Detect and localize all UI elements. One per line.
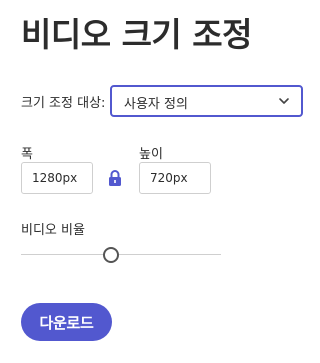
resize-target-select[interactable]: 사용자 정의	[110, 85, 303, 117]
resize-target-label: 크기 조정 대상:	[21, 96, 106, 111]
video-ratio-slider[interactable]	[21, 247, 221, 263]
width-input[interactable]: 1280px	[21, 162, 93, 194]
height-input[interactable]: 720px	[139, 162, 211, 194]
lock-icon[interactable]	[107, 169, 123, 187]
slider-thumb[interactable]	[103, 247, 119, 263]
video-ratio-label: 비디오 비율	[21, 223, 85, 238]
page-title: 비디오 크기 조정	[21, 15, 253, 54]
height-label: 높이	[139, 147, 163, 162]
resize-target-selected: 사용자 정의	[124, 97, 188, 112]
width-label: 폭	[21, 147, 33, 162]
slider-track	[21, 254, 221, 255]
download-button[interactable]: 다운로드	[21, 303, 112, 341]
chevron-down-icon	[279, 98, 289, 104]
